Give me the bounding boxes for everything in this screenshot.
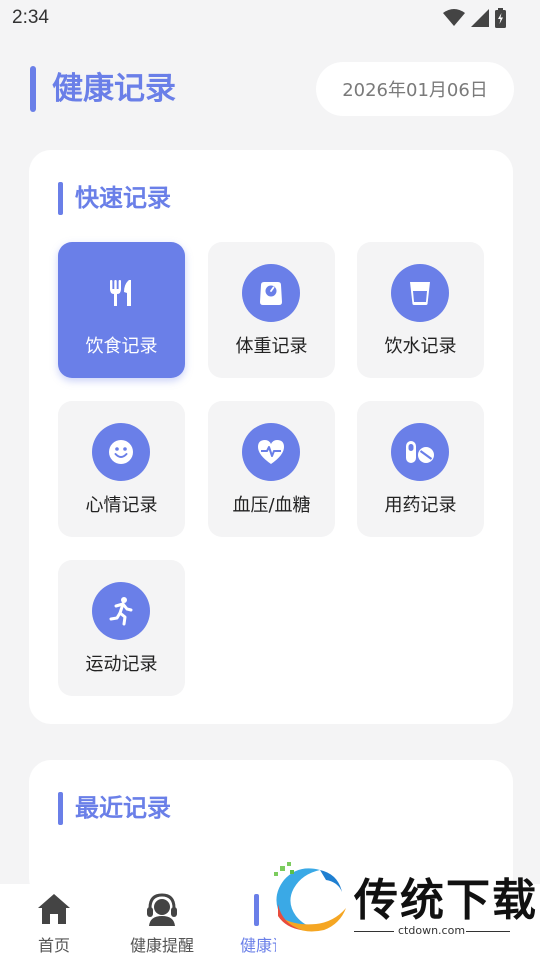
status-time: 2:34 [12, 7, 49, 28]
battery-icon [495, 8, 506, 28]
nav-home-label: 首页 [37, 936, 70, 955]
tile-medication-record[interactable]: 用药记录 [357, 401, 484, 537]
watermark-divider [466, 931, 510, 932]
tile-diet-record[interactable]: 饮食记录 [58, 242, 185, 378]
tile-label: 体重记录 [235, 336, 308, 357]
smile-icon [92, 423, 150, 481]
tile-label: 饮水记录 [384, 336, 457, 357]
fork-knife-icon [92, 264, 150, 322]
tile-exercise-record[interactable]: 运动记录 [58, 560, 185, 696]
tile-label: 血压/血糖 [232, 495, 311, 516]
status-icons [443, 8, 506, 28]
title-accent-bar [30, 66, 36, 112]
watermark: 传统下载 ctdown.com [268, 840, 540, 960]
watermark-divider [354, 931, 394, 932]
running-icon [92, 582, 150, 640]
tile-label: 运动记录 [85, 654, 158, 675]
water-cup-icon [391, 264, 449, 322]
tile-blood-record[interactable]: 血压/血糖 [208, 401, 335, 537]
quick-record-title: 快速记录 [75, 184, 171, 212]
header: 健康记录 2026年01月06日 [30, 62, 514, 116]
watermark-text: 传统下载 [354, 875, 538, 926]
nav-health-reminder[interactable]: 健康提醒 [122, 884, 202, 960]
tile-weight-record[interactable]: 体重记录 [208, 242, 335, 378]
heart-pulse-icon [242, 423, 300, 481]
nav-reminder-label: 健康提醒 [129, 936, 194, 955]
watermark-url: ctdown.com [398, 924, 466, 937]
tile-label: 饮食记录 [85, 336, 158, 357]
home-icon [38, 894, 70, 924]
section-accent-bar [58, 182, 63, 215]
headset-icon [147, 893, 177, 926]
signal-icon [471, 9, 489, 27]
page-title: 健康记录 [52, 71, 176, 107]
watermark-logo-icon [274, 862, 346, 932]
tile-water-record[interactable]: 饮水记录 [357, 242, 484, 378]
nav-home[interactable]: 首页 [24, 884, 84, 960]
tile-label: 心情记录 [85, 495, 158, 516]
wifi-icon [443, 9, 465, 26]
section-accent-bar [58, 792, 63, 825]
tile-mood-record[interactable]: 心情记录 [58, 401, 185, 537]
scale-icon [242, 264, 300, 322]
pill-icon [391, 423, 449, 481]
tile-label: 用药记录 [384, 495, 457, 516]
status-bar: 2:34 [0, 0, 540, 36]
recent-record-title: 最近记录 [75, 794, 171, 822]
record-icon [254, 894, 259, 926]
date-selector[interactable]: 2026年01月06日 [316, 62, 514, 116]
quick-record-card: 快速记录 饮食记录 体重记录 饮水记录 心情记录 血压/血糖 用药记录 运动记录 [29, 150, 513, 724]
